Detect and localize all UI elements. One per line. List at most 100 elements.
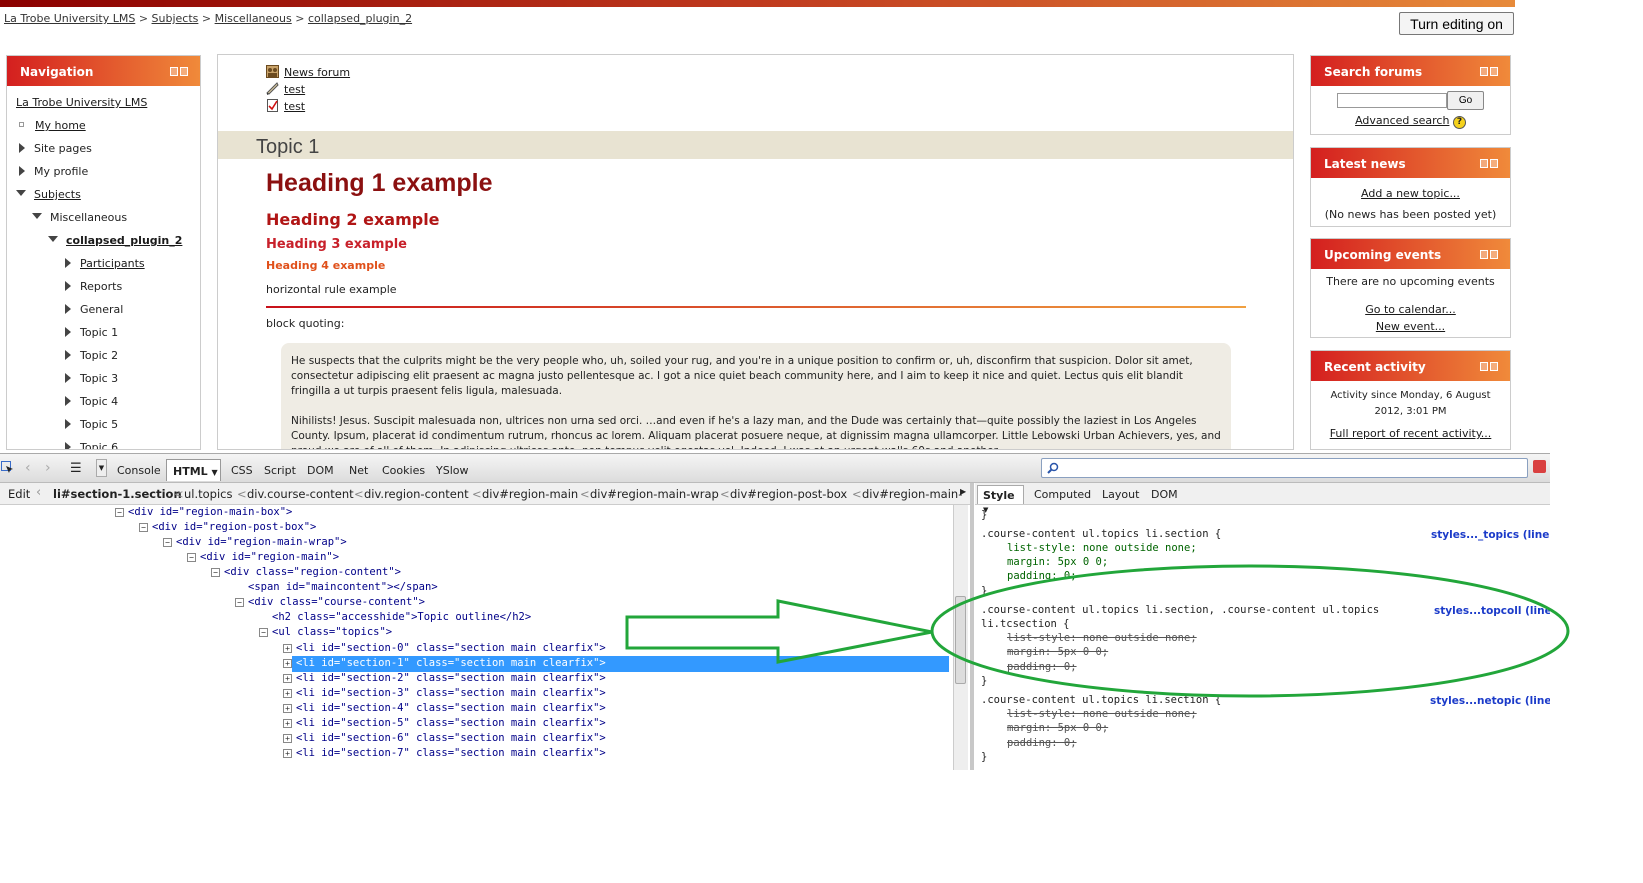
module-test-2[interactable]: test — [266, 99, 305, 113]
nav-topic-2[interactable]: Topic 2 — [80, 349, 118, 362]
tree-node[interactable]: − <div id="region-post-box"> — [139, 520, 316, 535]
forum-search-input[interactable] — [1337, 93, 1447, 108]
dock-block-icon[interactable] — [1490, 362, 1498, 371]
collapse-icon[interactable] — [48, 236, 58, 242]
collapse-icon[interactable] — [16, 190, 26, 196]
tree-node[interactable]: + <li id="section-7" class="section main … — [283, 746, 606, 761]
dock-block-icon[interactable] — [1490, 159, 1498, 168]
nav-my-profile[interactable]: My profile — [34, 165, 88, 178]
css-property[interactable]: list-style: none outside none; — [1007, 541, 1197, 555]
nav-reports[interactable]: Reports — [80, 280, 122, 293]
css-property-overridden[interactable]: list-style: none outside none; — [1007, 631, 1197, 645]
dock-block-icon[interactable] — [180, 67, 188, 76]
tree-node[interactable]: + <li id="section-5" class="section main … — [283, 716, 606, 731]
path-item[interactable]: ul.topics — [184, 487, 233, 501]
back-icon[interactable]: ‹ — [25, 460, 31, 476]
collapse-icon[interactable] — [32, 213, 42, 219]
nav-site-pages[interactable]: Site pages — [34, 142, 92, 155]
nav-topic-6[interactable]: Topic 6 — [80, 441, 118, 449]
css-property[interactable]: padding: 0; — [1007, 569, 1077, 583]
go-to-calendar-link[interactable]: Go to calendar... — [1365, 303, 1456, 316]
nav-topic-5[interactable]: Topic 5 — [80, 418, 118, 431]
css-property[interactable]: margin: 5px 0 0; — [1007, 555, 1108, 569]
tab-dom[interactable]: DOM — [307, 464, 334, 477]
path-item-current[interactable]: li#section-1.section — [53, 487, 182, 501]
tree-node[interactable]: + <li id="section-3" class="section main … — [283, 686, 606, 701]
expand-icon[interactable] — [65, 258, 71, 268]
path-scroll-right-icon[interactable]: ▶ — [960, 487, 966, 496]
tab-style[interactable]: Style ▼ — [977, 485, 1024, 514]
tree-node[interactable]: + <li id="section-6" class="section main … — [283, 731, 606, 746]
full-report-link[interactable]: Full report of recent activity... — [1330, 427, 1492, 440]
expand-icon[interactable] — [65, 327, 71, 337]
tree-node[interactable]: − <div id="region-main-wrap"> — [163, 535, 347, 550]
tree-node[interactable]: + <li id="section-2" class="section main … — [283, 671, 606, 686]
tab-computed[interactable]: Computed — [1034, 488, 1091, 501]
nav-my-home[interactable]: My home — [35, 119, 86, 132]
tree-node[interactable]: − <div id="region-main-box"> — [115, 505, 292, 520]
css-property-overridden[interactable]: list-style: none outside none; — [1007, 707, 1197, 721]
tree-scrollbar-thumb[interactable] — [955, 596, 966, 684]
tab-console[interactable]: Console — [117, 464, 161, 477]
block-controls[interactable] — [1478, 157, 1500, 168]
breadcrumb-home[interactable]: La Trobe University LMS — [4, 12, 135, 25]
devtools-search-input[interactable] — [1041, 458, 1528, 478]
hide-block-icon[interactable] — [1480, 67, 1488, 76]
css-source-link[interactable]: styles...topcoll (line 2) — [1434, 605, 1550, 617]
tree-node[interactable]: <span id="maincontent"></span> — [248, 580, 438, 595]
tree-node[interactable]: − <ul class="topics"> — [259, 625, 392, 640]
new-event-link[interactable]: New event... — [1376, 320, 1445, 333]
module-link[interactable]: News forum — [284, 66, 350, 79]
nav-topic-1[interactable]: Topic 1 — [80, 326, 118, 339]
turn-editing-on-button[interactable]: Turn editing on — [1399, 12, 1514, 35]
css-property-overridden[interactable]: padding: 0; — [1007, 736, 1077, 750]
add-news-topic-link[interactable]: Add a new topic... — [1361, 187, 1460, 200]
forward-icon[interactable]: › — [45, 460, 51, 476]
tab-net[interactable]: Net — [349, 464, 368, 477]
css-source-link[interactable]: styles...netopic (line 2) — [1430, 695, 1550, 707]
panel-splitter[interactable] — [970, 483, 974, 770]
path-item[interactable]: div.region-content — [364, 487, 469, 501]
inspect-icon[interactable] — [1, 461, 14, 474]
css-selector[interactable]: .course-content ul.topics li.section { — [981, 693, 1221, 707]
path-item[interactable]: div#region-main-wrap — [590, 487, 719, 501]
block-controls[interactable] — [168, 65, 190, 76]
hide-block-icon[interactable] — [1480, 362, 1488, 371]
nav-participants[interactable]: Participants — [80, 257, 145, 270]
dropdown-icon[interactable]: ▼ — [96, 459, 107, 477]
expand-icon[interactable] — [65, 281, 71, 291]
forum-search-go-button[interactable]: Go — [1447, 91, 1484, 110]
tab-yslow[interactable]: YSlow — [436, 464, 468, 477]
breadcrumb-course[interactable]: collapsed_plugin_2 — [308, 12, 412, 25]
block-controls[interactable] — [1478, 360, 1500, 371]
tab-html[interactable]: HTML ▼ — [166, 459, 221, 481]
menu-icon[interactable]: ☰ — [70, 461, 82, 476]
advanced-search-link[interactable]: Advanced search — [1355, 114, 1449, 127]
expand-icon[interactable] — [65, 419, 71, 429]
expand-icon[interactable] — [65, 373, 71, 383]
expand-icon[interactable] — [19, 166, 25, 176]
hide-block-icon[interactable] — [170, 67, 178, 76]
module-test-1[interactable]: test — [266, 82, 305, 96]
css-property-overridden[interactable]: margin: 5px 0 0; — [1007, 721, 1108, 735]
expand-icon[interactable] — [65, 304, 71, 314]
css-property-overridden[interactable]: padding: 0; — [1007, 660, 1077, 674]
expand-icon[interactable] — [65, 350, 71, 360]
module-link[interactable]: test — [284, 83, 305, 96]
nav-current-course[interactable]: collapsed_plugin_2 — [66, 234, 182, 247]
path-scroll-left-icon[interactable]: ‹ — [36, 485, 41, 500]
expand-icon[interactable] — [65, 396, 71, 406]
breadcrumb-subjects[interactable]: Subjects — [152, 12, 199, 25]
nav-subjects[interactable]: Subjects — [34, 188, 81, 201]
tree-node[interactable]: + <li id="section-0" class="section main … — [283, 641, 606, 656]
edit-button[interactable]: Edit — [8, 487, 30, 501]
css-property-overridden[interactable]: margin: 5px 0 0; — [1007, 645, 1108, 659]
css-selector[interactable]: .course-content ul.topics li.section { — [981, 527, 1221, 541]
tab-layout[interactable]: Layout — [1102, 488, 1139, 501]
expand-icon[interactable] — [19, 143, 25, 153]
tab-css[interactable]: CSS — [231, 464, 253, 477]
css-source-link[interactable]: styles..._topics (line 2) — [1431, 529, 1550, 541]
hide-block-icon[interactable] — [1480, 159, 1488, 168]
tab-dom-side[interactable]: DOM — [1151, 488, 1178, 501]
help-icon[interactable]: ? — [1452, 116, 1466, 129]
